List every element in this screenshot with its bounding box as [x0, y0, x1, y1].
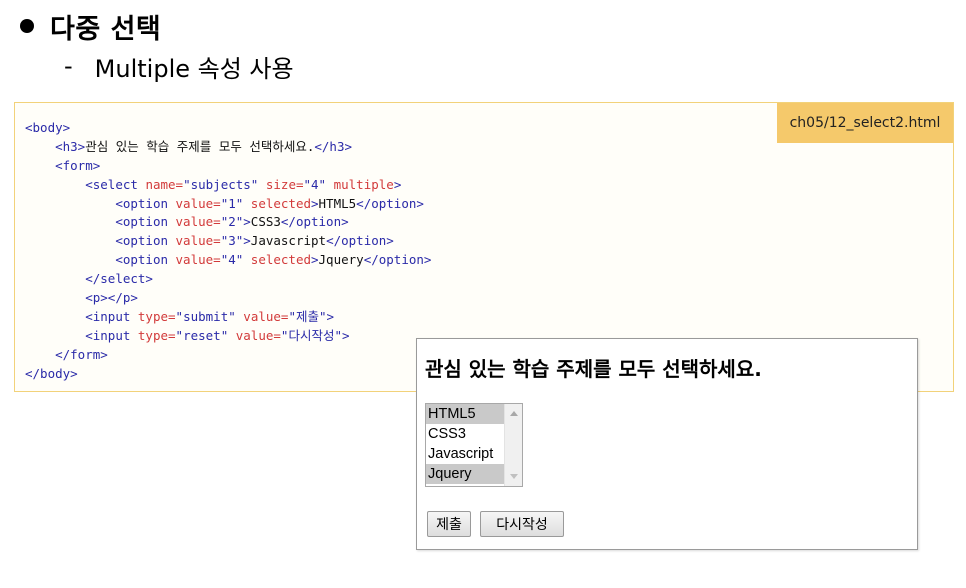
code-token: <input	[85, 327, 138, 343]
code-token: <option	[115, 195, 176, 211]
code-value: "3"	[220, 233, 244, 249]
code-value: "reset"	[175, 327, 229, 343]
code-line-12: <input type="reset" value="다시작성">	[25, 327, 431, 346]
code-value: "2"	[220, 214, 244, 230]
code-attr: value=	[175, 252, 221, 268]
code-value: "다시작성"	[280, 327, 342, 343]
code-token: </option>	[356, 195, 424, 211]
code-line-4: <select name="subjects" size="4" multipl…	[25, 176, 431, 195]
result-heading: 관심 있는 학습 주제를 모두 선택하세요.	[425, 357, 762, 381]
code-token: </option>	[363, 252, 432, 268]
code-token: <body>	[25, 120, 71, 135]
reset-button[interactable]: 다시작성	[480, 511, 564, 537]
code-token: <h3>	[55, 138, 86, 154]
slide-heading: 다중 선택	[20, 6, 161, 46]
code-line-9: </select>	[25, 270, 431, 289]
code-line-5: <option value="1" selected>HTML5</option…	[25, 195, 431, 214]
code-attr: type=	[137, 327, 176, 343]
submit-button[interactable]: 제출	[427, 511, 471, 537]
code-attr: value=	[175, 195, 221, 211]
code-token: >	[393, 176, 402, 192]
code-token: >	[243, 214, 251, 230]
browser-result-window: 관심 있는 학습 주제를 모두 선택하세요. HTML5 CSS3 Javasc…	[416, 338, 918, 550]
code-text: HTML5	[318, 195, 357, 211]
code-line-10: <p></p>	[25, 289, 431, 308]
code-token: <form>	[55, 157, 101, 173]
scroll-down-arrow-icon[interactable]	[510, 474, 518, 479]
code-value: "submit"	[175, 308, 236, 324]
slide-subheading: - Multiple 속성 사용	[64, 48, 294, 84]
option-html5[interactable]: HTML5	[426, 404, 504, 424]
code-token: </option>	[326, 233, 394, 249]
code-attr: name=	[145, 176, 184, 192]
code-attr: value=	[175, 233, 221, 249]
code-token: </h3>	[314, 138, 353, 154]
code-attr: selected	[243, 195, 311, 211]
code-line-8: <option value="4" selected>Jquery</optio…	[25, 251, 431, 270]
code-attr: value=	[235, 308, 289, 324]
code-value: "제출"	[288, 308, 327, 324]
code-token: >	[243, 233, 251, 249]
code-attr: value=	[228, 327, 281, 343]
code-line-13: </form>	[25, 346, 431, 365]
code-line-3: <form>	[25, 157, 431, 176]
code-line-14: </body>	[25, 365, 431, 384]
code-token: <input	[85, 308, 138, 324]
code-token: <option	[115, 214, 176, 230]
code-line-6: <option value="2">CSS3</option>	[25, 213, 431, 232]
bullet-icon	[20, 19, 34, 33]
code-token: <option	[115, 252, 176, 268]
code-token: </option>	[280, 214, 349, 230]
code-line-11: <input type="submit" value="제출">	[25, 308, 431, 327]
code-text: Javascript	[250, 233, 327, 249]
code-token: >	[311, 252, 319, 268]
code-attr: size=	[258, 176, 304, 192]
code-token: <select	[85, 176, 146, 192]
code-value: "4"	[220, 252, 244, 268]
code-text: 관심 있는 학습 주제를 모두 선택하세요.	[85, 138, 315, 154]
code-line-2: <h3>관심 있는 학습 주제를 모두 선택하세요.</h3>	[25, 138, 431, 157]
code-token: </body>	[25, 365, 78, 381]
code-text: CSS3	[250, 214, 281, 230]
code-line-1: <body>	[25, 119, 431, 138]
code-token: </form>	[55, 346, 108, 362]
scroll-up-arrow-icon[interactable]	[510, 411, 518, 416]
code-attr: type=	[137, 308, 176, 324]
code-token: >	[311, 195, 319, 211]
option-javascript[interactable]: Javascript	[426, 444, 504, 464]
code-value: "subjects"	[183, 176, 259, 192]
code-text: Jquery	[318, 252, 364, 268]
subheading-dash: -	[64, 52, 73, 80]
code-token: </select>	[85, 271, 153, 287]
code-attr: multiple	[326, 176, 394, 192]
code-value: "4"	[303, 176, 327, 192]
subjects-listbox[interactable]: HTML5 CSS3 Javascript Jquery	[425, 403, 523, 487]
code-attr: value=	[175, 214, 221, 230]
heading-title: 다중 선택	[50, 13, 162, 45]
code-token: >	[341, 327, 350, 343]
code-token: >	[326, 308, 335, 324]
code-attr: selected	[243, 252, 311, 268]
option-css3[interactable]: CSS3	[426, 424, 504, 444]
subheading-text: Multiple 속성 사용	[94, 54, 294, 83]
code-line-7: <option value="3">Javascript</option>	[25, 232, 431, 251]
file-name-tag: ch05/12_select2.html	[777, 103, 953, 143]
listbox-scrollbar[interactable]	[504, 404, 522, 486]
code-value: "1"	[220, 195, 244, 211]
option-jquery[interactable]: Jquery	[426, 464, 504, 484]
code-token: <p></p>	[85, 290, 138, 306]
code-token: <option	[115, 233, 176, 249]
code-listing: <body> <h3>관심 있는 학습 주제를 모두 선택하세요.</h3> <…	[25, 119, 431, 383]
